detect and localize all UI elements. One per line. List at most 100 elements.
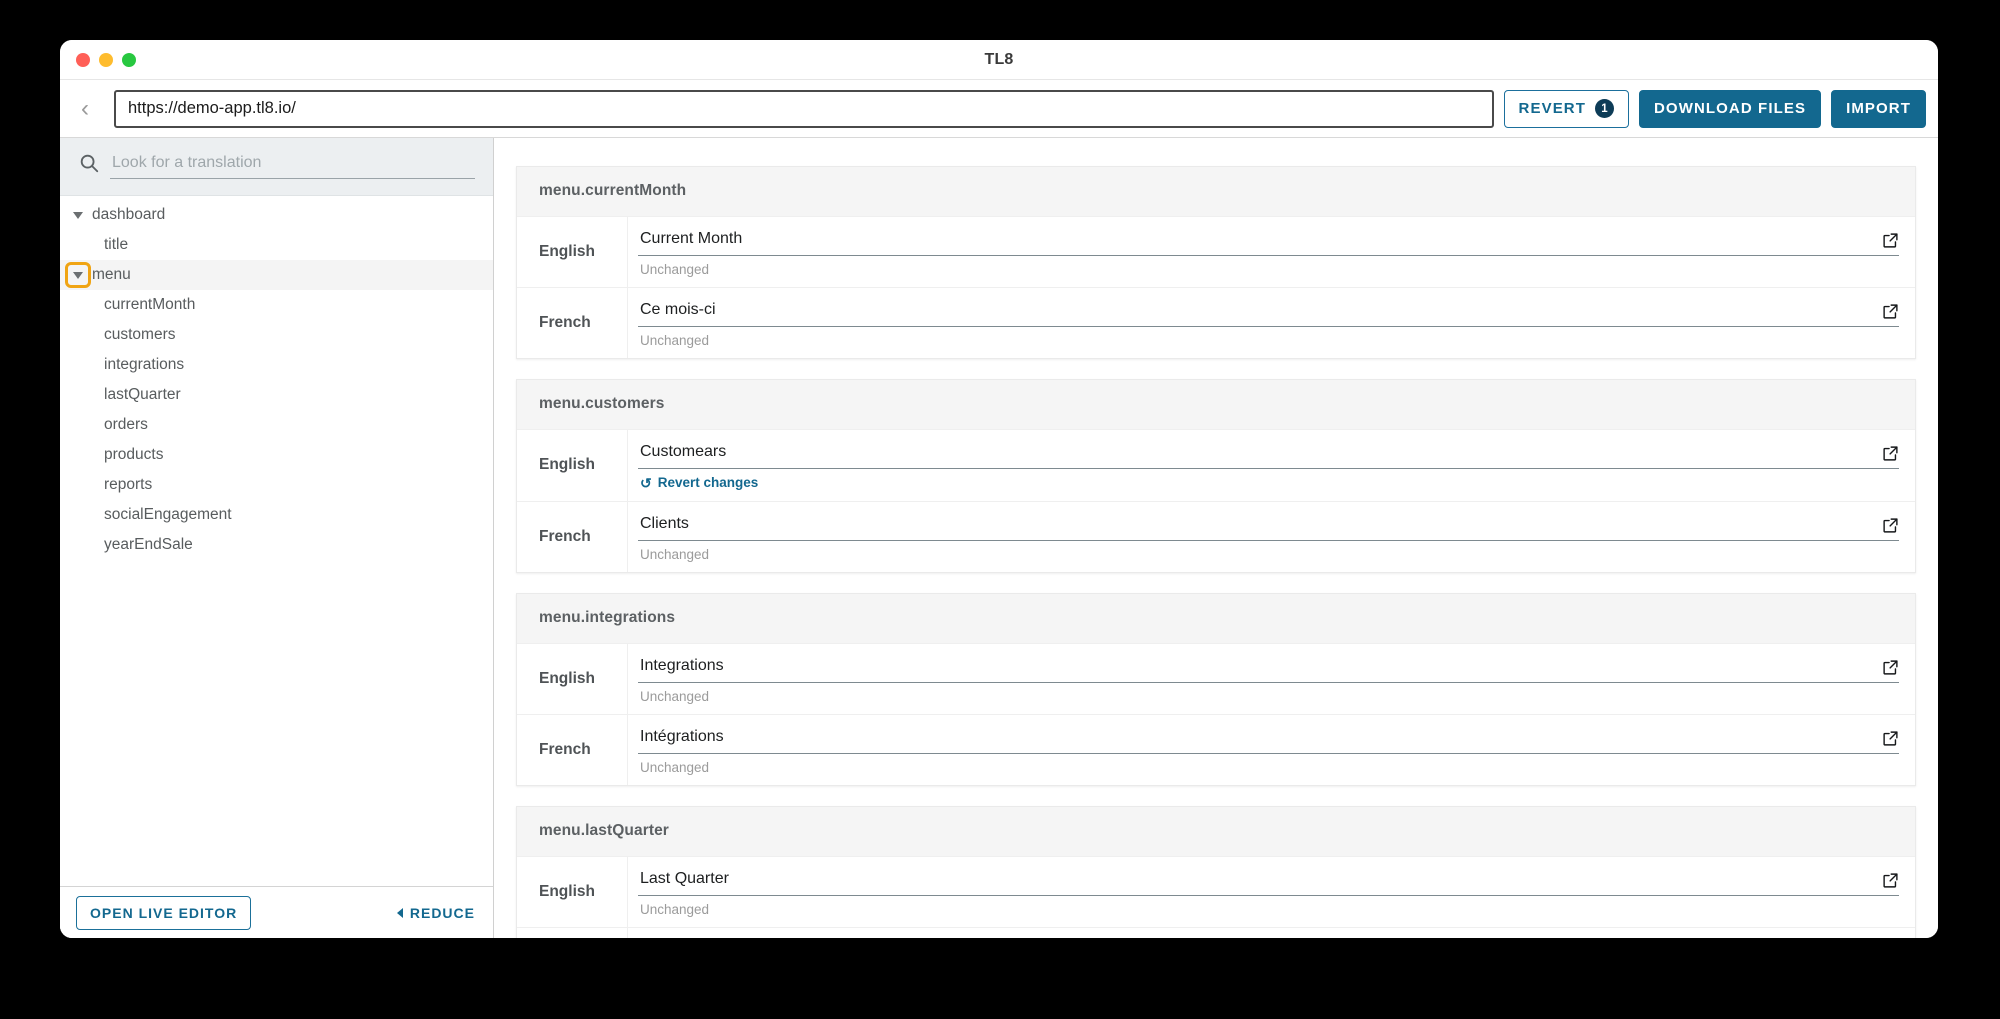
tree-item-label: integrations [104, 356, 185, 374]
translation-field-line [638, 511, 1899, 541]
translation-status: Unchanged [640, 546, 710, 562]
open-live-editor-button[interactable]: OPEN LIVE EDITOR [76, 895, 252, 930]
app-window: TL8 ‹ REVERT 1 DOWNLOAD FILES IMPORT [60, 40, 1938, 938]
translation-row: English Unchanged [517, 642, 1915, 714]
translation-input[interactable] [638, 866, 1872, 890]
translation-card: menu.customers English ↺ Revert changes Fren… [516, 379, 1916, 573]
external-link-icon[interactable] [1882, 659, 1899, 676]
download-files-label: DOWNLOAD FILES [1654, 100, 1807, 117]
app-body: dashboard title menu currentMonth customers i… [60, 138, 1938, 938]
tree-item-lastQuarter[interactable]: lastQuarter [60, 380, 493, 410]
translation-input[interactable] [638, 298, 1872, 321]
search-input[interactable] [110, 152, 475, 179]
tree-item-currentMonth[interactable]: currentMonth [60, 290, 493, 320]
translation-field-wrapper: Unchanged [627, 288, 1915, 358]
tree-item-socialEngagement[interactable]: socialEngagement [60, 500, 493, 530]
close-window-button[interactable] [76, 52, 90, 67]
revert-count-badge: 1 [1595, 99, 1614, 118]
reduce-label: REDUCE [409, 904, 475, 921]
revert-button[interactable]: REVERT 1 [1503, 89, 1629, 128]
external-link-icon[interactable] [1882, 730, 1899, 747]
external-link-icon[interactable] [1882, 303, 1899, 320]
translation-field-line [638, 937, 1899, 938]
chevron-left-icon[interactable]: ‹ [66, 90, 104, 128]
translation-row: English ↺ Revert changes [517, 429, 1915, 501]
tree-item-label: reports [104, 476, 153, 494]
translation-row: French Unchanged [517, 287, 1915, 358]
tree-item-products[interactable]: products [60, 440, 493, 470]
external-link-icon[interactable] [1882, 232, 1899, 249]
translation-field-line [638, 724, 1899, 754]
translation-field-wrapper: Unchanged [627, 643, 1915, 714]
translations-panel: menu.currentMonthEnglishUnchangedFrenchU… [494, 138, 1938, 938]
external-link-icon[interactable] [1882, 872, 1899, 889]
translation-input[interactable] [638, 440, 1872, 463]
translation-field-line [638, 866, 1899, 896]
browser-toolbar: ‹ REVERT 1 DOWNLOAD FILES IMPORT [60, 80, 1938, 138]
translation-key-title: menu.customers [517, 380, 1915, 429]
revert-arrow-icon: ↺ [640, 474, 652, 491]
tree-item-label: products [104, 446, 164, 464]
tree-item-reports[interactable]: reports [60, 470, 493, 500]
tree-item-label: socialEngagement [104, 506, 232, 524]
tree-item-label: yearEndSale [104, 536, 193, 554]
translation-key-title: menu.integrations [517, 593, 1915, 643]
translation-row: FrenchUnchanged [517, 713, 1915, 785]
tree-item-orders[interactable]: orders [60, 410, 493, 440]
language-label: French [539, 314, 591, 331]
translation-input[interactable] [638, 227, 1872, 250]
translation-row: FrenchUnchanged [517, 926, 1915, 938]
url-input[interactable] [114, 89, 1494, 128]
language-label: English [539, 243, 595, 260]
tree-item-dashboard[interactable]: dashboard [60, 200, 493, 230]
translation-input[interactable] [638, 653, 1872, 677]
import-label: IMPORT [1846, 100, 1911, 117]
external-link-icon[interactable] [1882, 445, 1899, 462]
tree-item-integrations[interactable]: integrations [60, 350, 493, 380]
translation-input[interactable] [638, 937, 1872, 938]
tree-item-yearEndSale[interactable]: yearEndSale [60, 530, 493, 560]
tree-item-label: currentMonth [104, 296, 196, 314]
translation-field-wrapper: ↺ Revert changes [627, 430, 1915, 501]
search-icon [80, 154, 99, 173]
expand-caret-icon[interactable] [65, 262, 91, 288]
translation-input[interactable] [638, 511, 1872, 535]
translation-field-wrapper: Unchanged [627, 501, 1915, 572]
caret-down-glyph [73, 211, 83, 219]
tree-item-label: dashboard [92, 206, 166, 224]
translation-card: menu.currentMonth English Unchanged French U… [516, 166, 1916, 359]
download-files-button[interactable]: DOWNLOAD FILES [1639, 89, 1822, 128]
language-label: English [539, 456, 595, 474]
reduce-button[interactable]: REDUCE [396, 904, 475, 921]
expand-caret-icon[interactable] [68, 205, 88, 225]
search-zone [60, 138, 493, 196]
tree-item-label: orders [104, 416, 148, 434]
tree-item-customers[interactable]: customers [60, 320, 493, 350]
tree-item-label: menu [92, 266, 131, 284]
translation-key-title: menu.lastQuarter [517, 806, 1915, 856]
tree-item-title[interactable]: title [60, 230, 493, 260]
translation-field-wrapper: Unchanged [627, 856, 1915, 927]
translation-row: French Unchanged [517, 500, 1915, 572]
translation-field-line [638, 227, 1899, 256]
sidebar-footer: OPEN LIVE EDITOR REDUCE [60, 886, 493, 938]
traffic-lights [60, 52, 136, 67]
translation-card: menu.integrations English Unchanged French U… [516, 592, 1916, 786]
revert-button-label: REVERT [1518, 100, 1586, 117]
import-button[interactable]: IMPORT [1831, 89, 1926, 128]
revert-changes-label: Revert changes [657, 475, 759, 490]
revert-changes-link[interactable]: ↺ Revert changes [638, 469, 760, 492]
translation-row: English Unchanged [517, 216, 1915, 287]
tree-item-menu[interactable]: menu [60, 260, 493, 290]
translation-field-wrapper: Unchanged [627, 927, 1915, 938]
minimize-window-button[interactable] [99, 52, 113, 67]
language-label: French [539, 527, 591, 545]
external-link-icon[interactable] [1882, 517, 1899, 534]
maximize-window-button[interactable] [122, 52, 136, 67]
translation-card: menu.lastQuarterEnglishUnchangedFrenchUn… [516, 805, 1916, 938]
translation-status: Unchanged [640, 759, 710, 775]
caret-down-glyph [73, 271, 83, 279]
translation-key-tree: dashboard title menu currentMonth customers i… [60, 196, 493, 886]
translation-input[interactable] [638, 724, 1872, 748]
translation-key-title: menu.currentMonth [517, 167, 1915, 216]
